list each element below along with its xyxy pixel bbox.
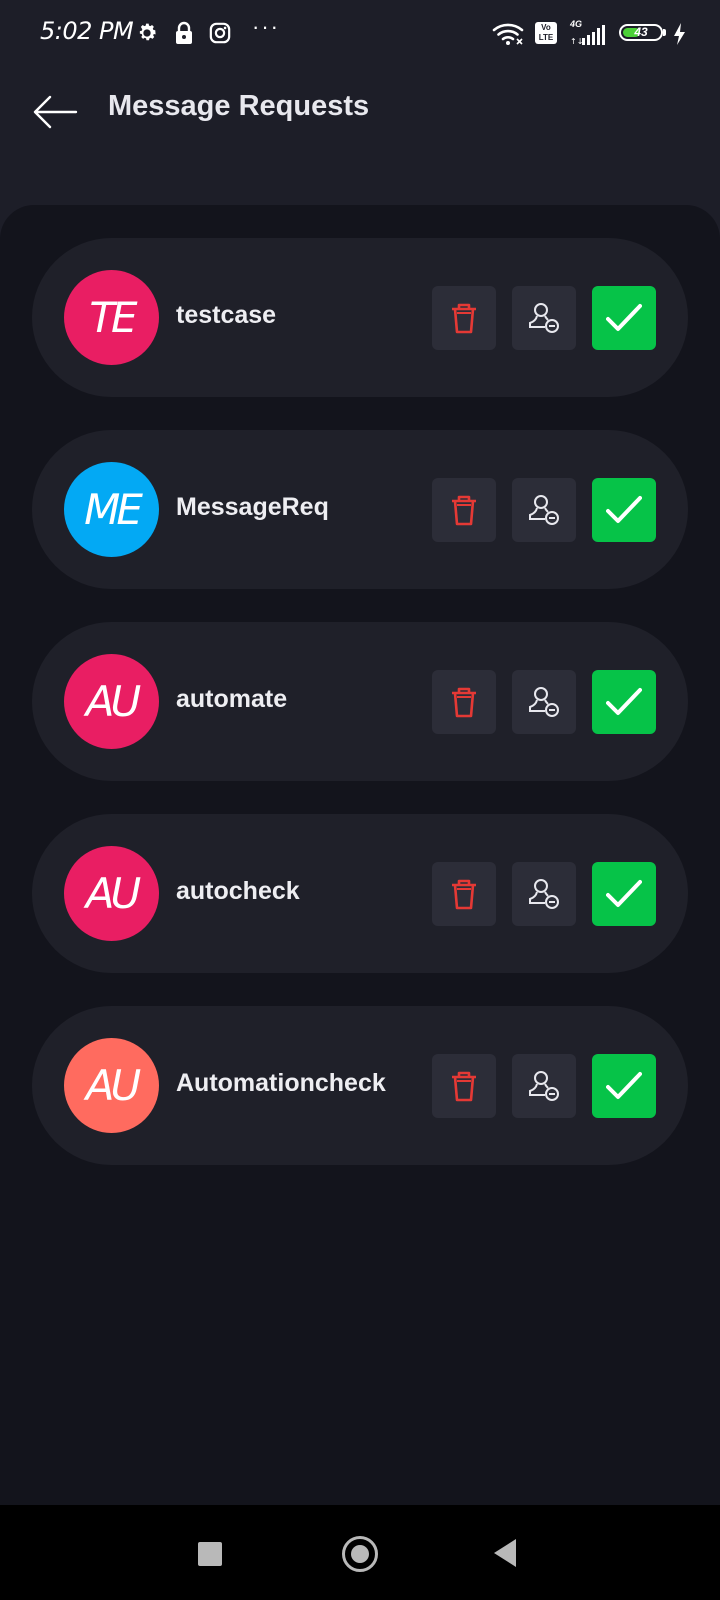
block-button[interactable] [512, 478, 576, 542]
more-dots-icon: ··· [252, 14, 280, 39]
accept-button[interactable] [592, 478, 656, 542]
volte-icon: Vo LTE [535, 22, 557, 44]
accept-button[interactable] [592, 670, 656, 734]
avatar: AU [64, 654, 159, 749]
status-time: 5:02 PM [40, 17, 134, 45]
back-arrow-icon[interactable] [26, 84, 82, 140]
accept-button[interactable] [592, 1054, 656, 1118]
battery-icon: 43 [619, 24, 663, 41]
block-button[interactable] [512, 670, 576, 734]
home-inner-dot [351, 1545, 369, 1563]
battery-nub [663, 29, 666, 36]
wifi-icon [492, 23, 524, 45]
recents-square-icon[interactable] [198, 1542, 222, 1566]
settings-icon [139, 23, 156, 41]
avatar: TE [64, 270, 159, 365]
remove-user-icon [529, 687, 559, 717]
remove-user-icon [529, 1071, 559, 1101]
request-item[interactable]: AU automate [32, 622, 688, 781]
trash-icon [452, 495, 476, 526]
request-item[interactable]: TE testcase [32, 238, 688, 397]
checkmark-icon [606, 1072, 642, 1099]
requester-name: automate [176, 685, 288, 713]
block-button[interactable] [512, 1054, 576, 1118]
instagram-icon [209, 22, 231, 44]
requester-name: autocheck [176, 877, 300, 905]
request-item[interactable]: AU Automationcheck [32, 1006, 688, 1165]
delete-button[interactable] [432, 1054, 496, 1118]
content-panel: TE testcase ME MessageReq AU automate AU… [0, 205, 720, 1505]
block-button[interactable] [512, 286, 576, 350]
checkmark-icon [606, 688, 642, 715]
back-triangle-icon[interactable] [494, 1539, 516, 1567]
status-bar: 5:02 PM ··· Vo LTE 4G ↑↓ 43 [0, 0, 720, 68]
charging-icon [674, 23, 685, 45]
requester-name: MessageReq [176, 493, 329, 521]
request-item[interactable]: ME MessageReq [32, 430, 688, 589]
block-button[interactable] [512, 862, 576, 926]
requester-name: testcase [176, 301, 277, 329]
delete-button[interactable] [432, 862, 496, 926]
remove-user-icon [529, 879, 559, 909]
delete-button[interactable] [432, 670, 496, 734]
checkmark-icon [606, 304, 642, 331]
delete-button[interactable] [432, 478, 496, 542]
avatar: ME [64, 462, 159, 557]
lock-icon [176, 21, 192, 44]
trash-icon [452, 1071, 476, 1102]
home-circle-icon[interactable] [342, 1536, 378, 1572]
checkmark-icon [606, 496, 642, 523]
checkmark-icon [606, 880, 642, 907]
requester-name: Automationcheck [176, 1069, 386, 1097]
accept-button[interactable] [592, 286, 656, 350]
app-header: Message Requests [0, 68, 720, 208]
trash-icon [452, 687, 476, 718]
system-nav-bar [0, 1505, 720, 1600]
avatar: AU [64, 1038, 159, 1133]
request-item[interactable]: AU autocheck [32, 814, 688, 973]
delete-button[interactable] [432, 286, 496, 350]
accept-button[interactable] [592, 862, 656, 926]
request-list: TE testcase ME MessageReq AU automate AU… [32, 238, 688, 1198]
page-title: Message Requests [108, 90, 370, 122]
remove-user-icon [529, 303, 559, 333]
svg-text:↑↓: ↑↓ [570, 37, 583, 46]
trash-icon [452, 879, 476, 910]
signal-icon: ↑↓ [570, 25, 605, 46]
trash-icon [452, 303, 476, 334]
remove-user-icon [529, 495, 559, 525]
avatar: AU [64, 846, 159, 941]
